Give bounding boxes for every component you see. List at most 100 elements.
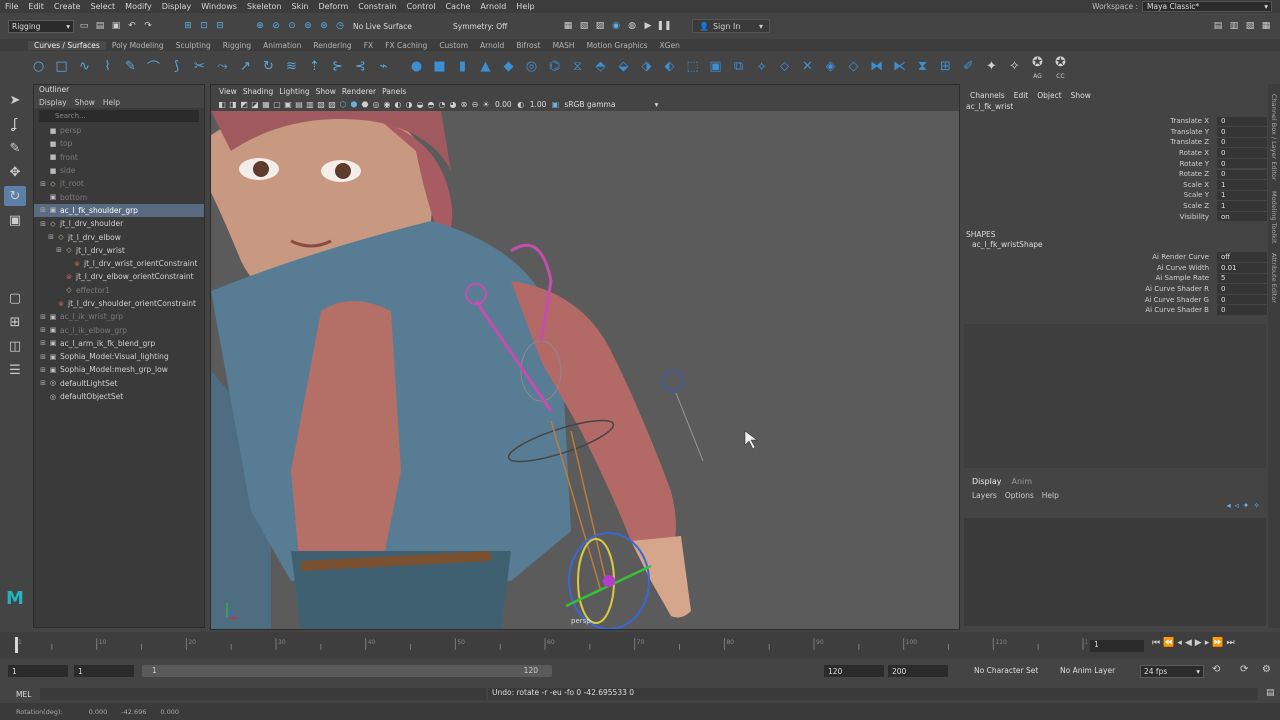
show-channel-box-icon[interactable]: ▦ [1260,20,1272,32]
script-language-label[interactable]: MEL [16,690,31,699]
menu-deform[interactable]: Deform [314,2,354,11]
wireframe-icon[interactable]: ⬡ [338,99,348,109]
loft-icon[interactable]: ⧖ [567,56,588,77]
show-tool-settings-icon[interactable]: ▧ [1244,20,1256,32]
nurbs-cylinder-icon[interactable]: ▮ [452,56,473,77]
current-frame-field[interactable]: 1 [1090,640,1144,652]
arc-tool-icon[interactable]: ⌒ [143,56,164,77]
expand-toggle-icon[interactable]: ⊞ [38,339,48,347]
cv-curve-icon[interactable]: ∿ [74,56,95,77]
nurbs-cube-icon[interactable]: ■ [429,56,450,77]
bezier-curve-icon[interactable]: ⊰ [350,56,371,77]
channel-menu-object[interactable]: Object [1037,91,1061,100]
tab-custom[interactable]: Custom [433,41,474,50]
offset-curve-icon[interactable]: ↻ [258,56,279,77]
snap-curve-icon[interactable]: ⊘ [270,20,282,32]
outliner-item[interactable]: ◎ defaultObjectSet [34,390,204,403]
menu-arnold[interactable]: Arnold [475,2,511,11]
attribute-value[interactable]: 0 [1217,305,1267,315]
select-object-icon[interactable]: ⊡ [198,20,210,32]
character-set-field[interactable]: No Character Set [974,666,1038,675]
show-attribute-editor-icon[interactable]: ▥ [1228,20,1240,32]
outliner-item[interactable]: ⊞ ▣ Sophia_Model:mesh_grp_low [34,363,204,376]
attribute-row[interactable]: Scale Y 1 [962,190,1268,201]
menu-modify[interactable]: Modify [120,2,157,11]
expand-toggle-icon[interactable]: ⊞ [38,180,48,188]
pause-icon[interactable]: ❚❚ [656,20,671,32]
viewport-menu-lighting[interactable]: Lighting [279,87,309,96]
attribute-value[interactable]: 0.01 [1217,263,1267,273]
revolve-icon[interactable]: ⌬ [544,56,565,77]
menu-skin[interactable]: Skin [287,2,314,11]
outliner-menu-help[interactable]: Help [103,98,120,107]
resolution-gate-icon[interactable]: ▣ [283,99,293,109]
attribute-value[interactable]: 0 [1217,116,1267,127]
safe-title-icon[interactable]: ▨ [327,99,337,109]
menu-options[interactable]: Options [1005,491,1034,500]
outliner-item[interactable]: ⊗ jt_l_drv_shoulder_orientConstraint [34,297,204,310]
attribute-row[interactable]: Scale X 1 [962,180,1268,191]
script-2-icon[interactable]: ✧ [1004,56,1025,77]
attribute-row[interactable]: Ai Curve Width 0.01 [962,263,1268,274]
show-modeling-toolkit-icon[interactable]: ▤ [1212,20,1224,32]
birail-icon[interactable]: ⬗ [636,56,657,77]
nurbs-cone-icon[interactable]: ▲ [475,56,496,77]
attribute-value[interactable]: 0 [1217,137,1267,148]
outliner-item[interactable]: ⊞ ◇ jt_l_drv_wrist [34,244,204,257]
attribute-value[interactable]: 0 [1217,158,1267,169]
color-management-icon[interactable]: ▣ [550,99,560,109]
auto-key-icon[interactable]: ⟳ [1240,664,1248,675]
workspace-dropdown[interactable]: Maya Classic* ▾ [1142,1,1272,12]
select-camera-icon[interactable]: ◧ [217,99,227,109]
range-slider[interactable]: 1 120 [142,665,552,677]
scene-start-field[interactable]: 1 [8,665,68,677]
anim-layer-field[interactable]: No Anim Layer [1060,666,1115,675]
playback-start-field[interactable]: 1 [74,665,134,677]
attribute-row[interactable]: Translate X 0 [962,116,1268,127]
single-pane-layout-icon[interactable]: ▢ [4,288,26,308]
open-scene-icon[interactable]: ▤ [94,20,106,32]
move-layer-up-icon[interactable]: ◂ [1227,501,1231,510]
attach-curves-icon[interactable]: ⟆ [166,56,187,77]
use-all-lights-icon[interactable]: ◉ [382,99,392,109]
outliner-item[interactable]: ⊞ ◎ defaultLightSet [34,377,204,390]
outliner-item[interactable]: ⊗ jt_l_drv_elbow_orientConstraint [34,270,204,283]
script-1-icon[interactable]: ✦ [981,56,1002,77]
tab-modeling-toolkit[interactable]: Modeling Toolkit [1270,191,1278,243]
attribute-value[interactable]: on [1217,211,1267,222]
tab-motion-graphics[interactable]: Motion Graphics [581,41,654,50]
menu-skeleton[interactable]: Skeleton [242,2,287,11]
arnold-render-icon[interactable]: ▶ [642,20,654,32]
menu-help[interactable]: Help [511,2,539,11]
menu-edit[interactable]: Edit [23,2,49,11]
pencil-curve-icon[interactable]: ✎ [120,56,141,77]
outliner-item[interactable]: ■ side [34,164,204,177]
menu-file[interactable]: File [0,2,23,11]
select-tool-icon[interactable]: ➤ [4,90,26,110]
project-curve-icon[interactable]: ⬦ [774,56,795,77]
attribute-value[interactable]: off [1217,252,1267,262]
history-icon[interactable]: ◷ [334,20,346,32]
tab-xgen[interactable]: XGen [654,41,686,50]
nurbs-torus-icon[interactable]: ◎ [521,56,542,77]
channel-menu-channels[interactable]: Channels [970,91,1005,100]
backface-culling-icon[interactable]: ⊖ [470,99,480,109]
snap-point-icon[interactable]: ⊙ [286,20,298,32]
viewport-menu-panels[interactable]: Panels [382,87,406,96]
nurbs-sphere-icon[interactable]: ● [406,56,427,77]
menu-cache[interactable]: Cache [441,2,476,11]
render-view-icon[interactable]: ▦ [562,20,574,32]
viewport-menu-shading[interactable]: Shading [243,87,273,96]
expand-toggle-icon[interactable]: ⊞ [38,366,48,374]
nurbs-plane-icon[interactable]: ◆ [498,56,519,77]
sign-in-button[interactable]: 👤 Sign In ▾ [692,19,770,33]
ipr-render-icon[interactable]: ▨ [594,20,606,32]
image-plane-icon[interactable]: ◪ [250,99,260,109]
tab-curves-surfaces[interactable]: Curves / Surfaces [28,40,106,50]
tab-channel-box-layer-editor[interactable]: Channel Box / Layer Editor [1270,94,1278,181]
attribute-row[interactable]: Visibility on [962,211,1268,222]
scale-tool-icon[interactable]: ▣ [4,210,26,230]
cc-script-button[interactable]: ✪ CC [1050,52,1071,80]
camera-attributes-icon[interactable]: ◨ [228,99,238,109]
curve-edit-icon[interactable]: ⊱ [327,56,348,77]
